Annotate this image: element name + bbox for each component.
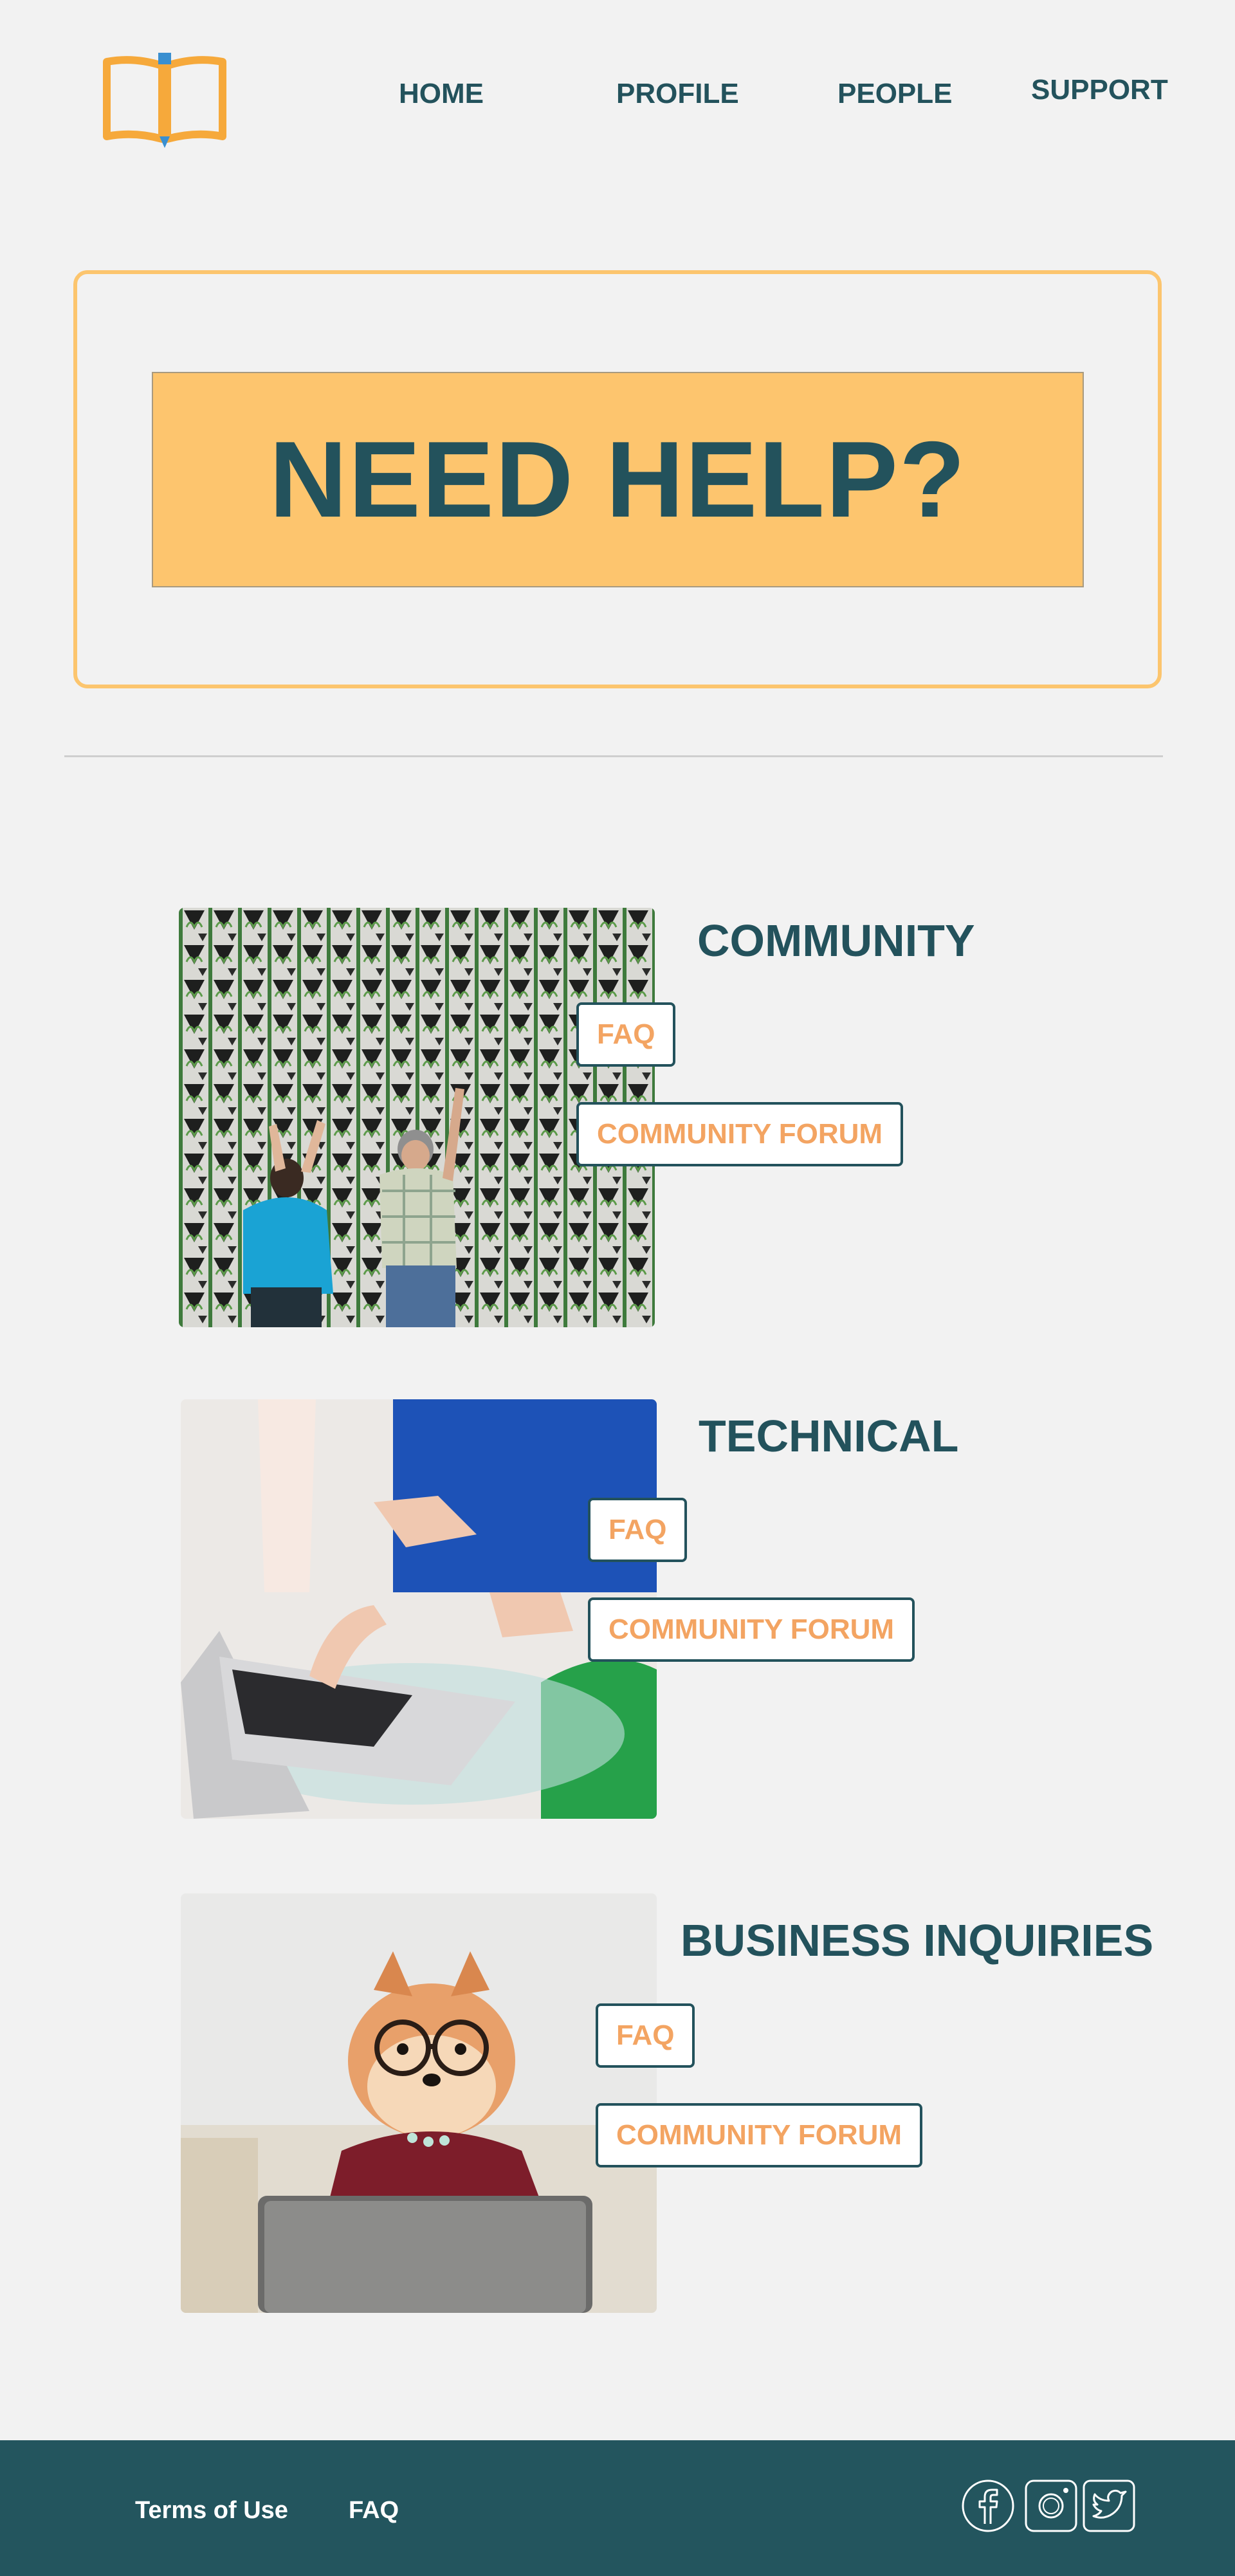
section-title-community: COMMUNITY [697, 915, 975, 966]
technical-forum-button[interactable]: COMMUNITY FORUM [588, 1597, 915, 1662]
nav-profile-link[interactable]: PROFILE [616, 76, 739, 112]
twitter-icon[interactable] [1082, 2479, 1136, 2533]
book-logo-icon[interactable] [103, 53, 226, 148]
footer-terms-link[interactable]: Terms of Use [135, 2497, 288, 2525]
section-divider [64, 755, 1163, 757]
hero-title: NEED HELP? [269, 419, 967, 540]
business-forum-button[interactable]: COMMUNITY FORUM [596, 2103, 923, 2167]
nav-home-link[interactable]: HOME [399, 76, 484, 112]
technical-faq-button[interactable]: FAQ [588, 1498, 688, 1562]
instagram-icon[interactable] [1024, 2479, 1078, 2533]
technical-photo [181, 1399, 657, 1819]
footer: Terms of Use FAQ [0, 2440, 1235, 2576]
nav-support-link[interactable]: SUPPORT [1031, 72, 1168, 108]
community-faq-button[interactable]: FAQ [576, 1002, 676, 1067]
nav-people-link[interactable]: PEOPLE [837, 76, 953, 112]
community-forum-button[interactable]: COMMUNITY FORUM [576, 1102, 904, 1166]
business-photo [181, 1893, 657, 2313]
business-faq-button[interactable]: FAQ [596, 2003, 695, 2068]
footer-faq-link[interactable]: FAQ [349, 2497, 399, 2525]
facebook-icon[interactable] [961, 2479, 1015, 2533]
hero-banner: NEED HELP? [152, 372, 1084, 587]
section-title-business-inquiries: BUSINESS INQUIRIES [681, 1915, 1154, 1965]
section-title-technical: TECHNICAL [699, 1411, 959, 1461]
